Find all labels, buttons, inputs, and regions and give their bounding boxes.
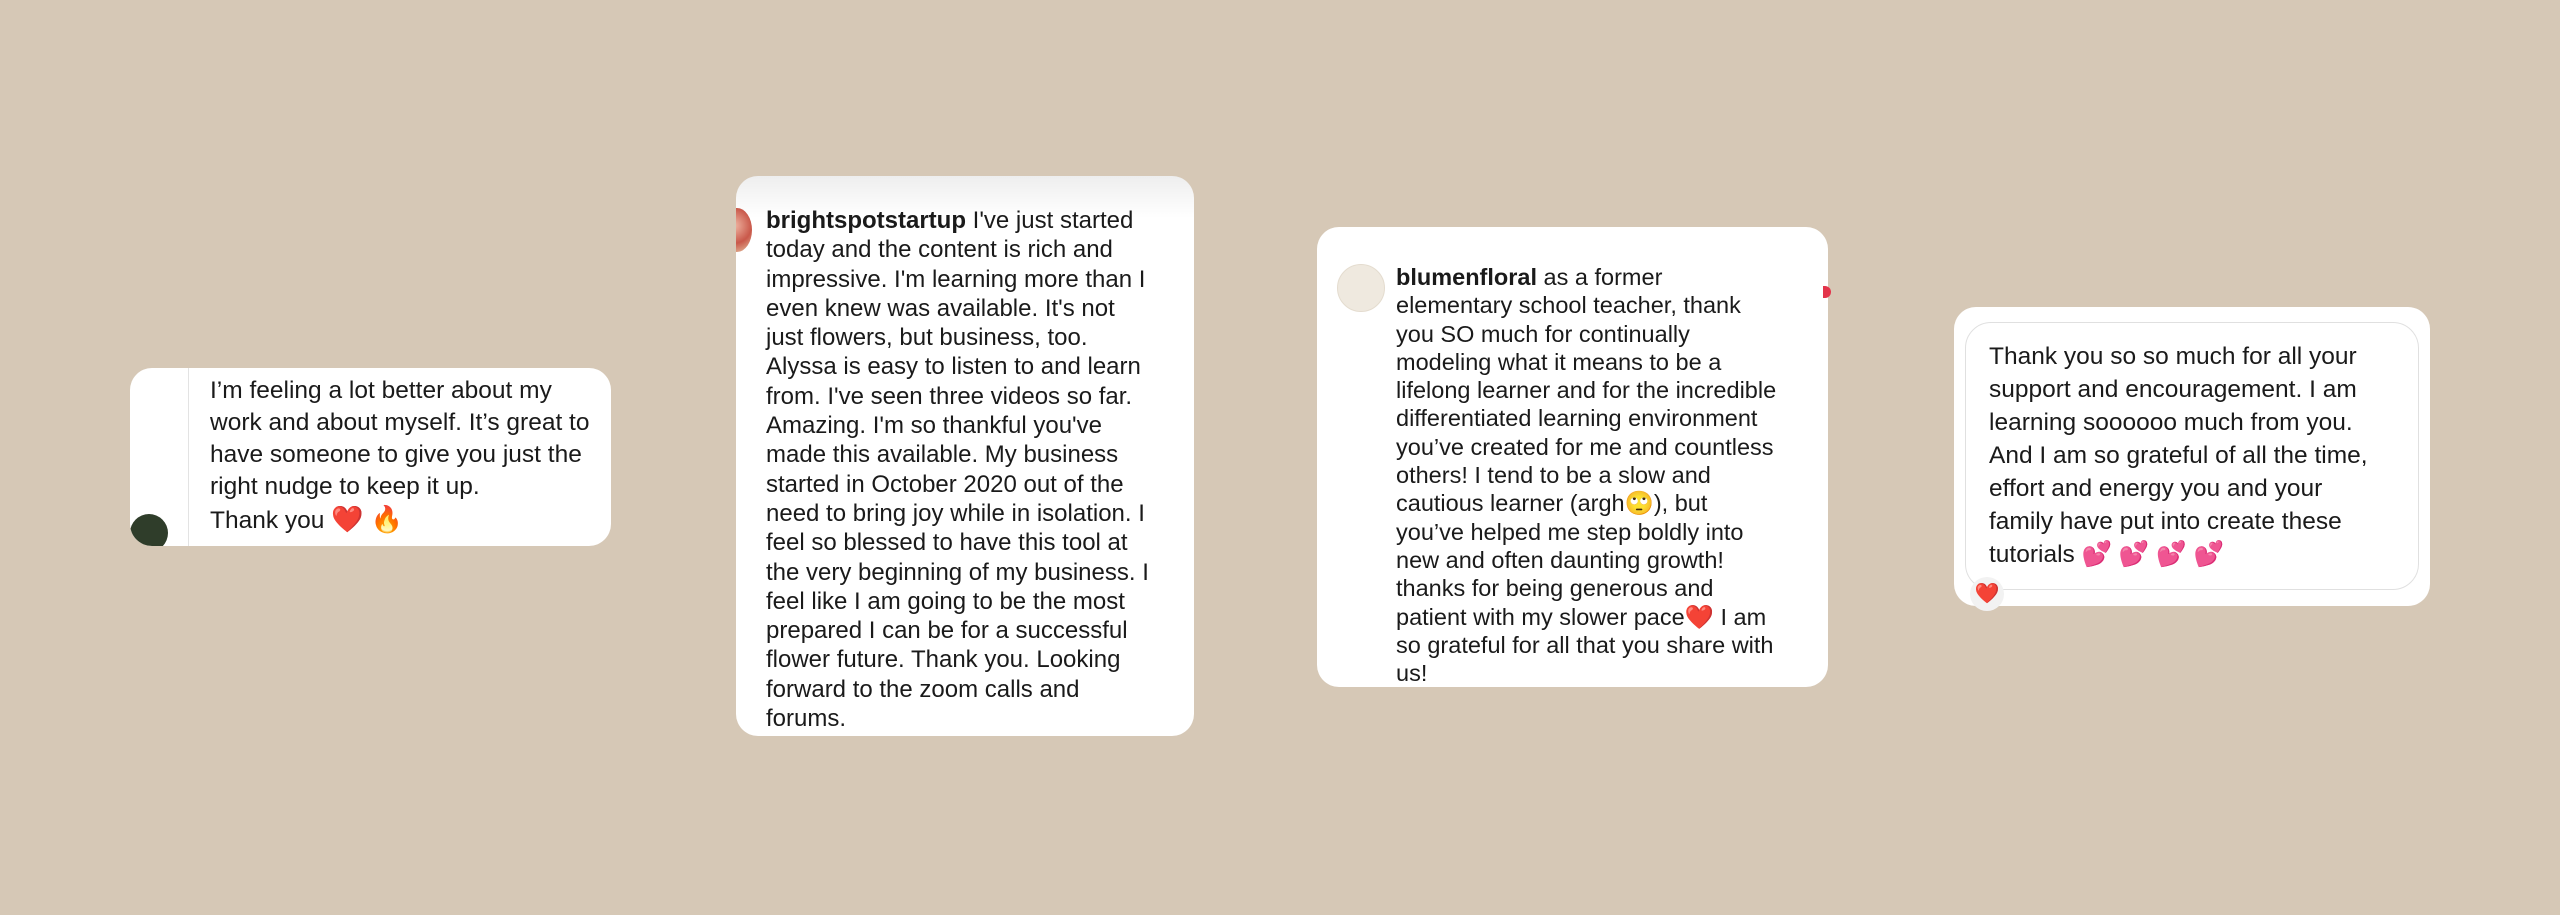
- comment-line: cautious learner (argh🙄), but: [1396, 490, 1708, 517]
- message-line: tutorials 💕 💕 💕 💕: [1989, 541, 2225, 568]
- message-line: I’m feeling a lot better about my: [210, 377, 552, 404]
- comment-line: Amazing. I'm so thankful you've: [766, 412, 1102, 440]
- comment-line: made this available. My business: [766, 441, 1119, 469]
- comment-line: new and often daunting growth!: [1396, 546, 1724, 573]
- comment-line: Alyssa is easy to listen to and learn: [766, 353, 1141, 381]
- comment-line: even knew was available. It's not: [766, 294, 1115, 322]
- comment-line: you’ve helped me step boldly into: [1396, 518, 1744, 545]
- comment-first-line: brightspotstartup I've just started: [766, 206, 1149, 235]
- divider: [188, 368, 189, 546]
- message-card-4: Thank you so so much for all your suppor…: [1954, 307, 2430, 611]
- comment-line: flower future. Thank you. Looking: [766, 646, 1121, 674]
- avatar[interactable]: [736, 208, 752, 252]
- message-line: right nudge to keep it up.: [210, 473, 480, 500]
- message-card-1: I’m feeling a lot better about my work a…: [130, 368, 611, 546]
- comment-line: the very beginning of my business. I: [766, 558, 1149, 586]
- message-line: work and about myself. It’s great to: [210, 409, 590, 436]
- comment-line: thanks for being generous and: [1396, 575, 1714, 602]
- comment-line: I've just started: [972, 207, 1134, 234]
- message-line: family have put into create these: [1989, 508, 2342, 535]
- comment-line: started in October 2020 out of the: [766, 470, 1124, 498]
- comment-line: today and the content is rich and: [766, 236, 1113, 264]
- notification-dot: [1823, 286, 1831, 298]
- comment-line: lifelong learner and for the incredible: [1396, 377, 1777, 404]
- comment-card-blumenfloral: blumenfloral as a former elementary scho…: [1317, 227, 1831, 687]
- message-line: effort and energy you and your: [1989, 475, 2323, 502]
- comment-line: need to bring joy while in isolation. I: [766, 499, 1145, 527]
- comment-line: feel so blessed to have this tool at: [766, 529, 1128, 557]
- comment-line: feel like I am going to be the most: [766, 587, 1125, 615]
- comment-line: elementary school teacher, thank: [1396, 292, 1741, 319]
- message-text: Thank you so so much for all your suppor…: [1989, 340, 2368, 571]
- comment-line: patient with my slower pace❤️ I am: [1396, 603, 1767, 630]
- comment-line: you SO much for continually: [1396, 320, 1690, 347]
- comment-line: just flowers, but business, too.: [766, 324, 1088, 352]
- message-line: learning soooooo much from you.: [1989, 409, 2353, 436]
- username[interactable]: brightspotstartup: [766, 207, 966, 234]
- comment-line: us!: [1396, 660, 1428, 687]
- comment-first-line: blumenfloral as a former: [1396, 263, 1776, 291]
- comment-line: from. I've seen three videos so far.: [766, 382, 1133, 410]
- message-line: have someone to give you just the: [210, 441, 582, 468]
- comment-line: forward to the zoom calls and: [766, 675, 1080, 703]
- message-last-line: Thank you ❤️ 🔥: [210, 503, 590, 537]
- comment-line: modeling what it means to be a: [1396, 348, 1722, 375]
- comment-line: impressive. I'm learning more than I: [766, 265, 1146, 293]
- comment-line: you’ve created for me and countless: [1396, 433, 1774, 460]
- comment-line: others! I tend to be a slow and: [1396, 462, 1711, 489]
- heart-reaction-icon[interactable]: ❤️: [1970, 577, 2004, 611]
- message-line: And I am so grateful of all the time,: [1989, 442, 2368, 469]
- avatar[interactable]: [130, 514, 168, 546]
- message-text: I’m feeling a lot better about my work a…: [210, 375, 590, 537]
- username[interactable]: blumenfloral: [1396, 264, 1537, 290]
- message-line: Thank you so so much for all your: [1989, 343, 2357, 370]
- heart-fire-emoji-icon: ❤️ 🔥: [331, 504, 404, 534]
- comment-line: differentiated learning environment: [1396, 405, 1758, 432]
- comment-line: so grateful for all that you share with: [1396, 631, 1774, 658]
- comment-line: as a former: [1543, 264, 1663, 290]
- comment-text: blumenfloral as a former elementary scho…: [1396, 263, 1776, 687]
- comment-line: forums.: [766, 705, 847, 733]
- comment-card-brightspotstartup: brightspotstartup I've just started toda…: [736, 176, 1194, 736]
- comment-line: prepared I can be for a successful: [766, 617, 1128, 645]
- avatar[interactable]: [1337, 264, 1385, 312]
- message-line: support and encouragement. I am: [1989, 376, 2357, 403]
- thank-you-text: Thank you: [210, 507, 325, 534]
- comment-text: brightspotstartup I've just started toda…: [766, 206, 1149, 733]
